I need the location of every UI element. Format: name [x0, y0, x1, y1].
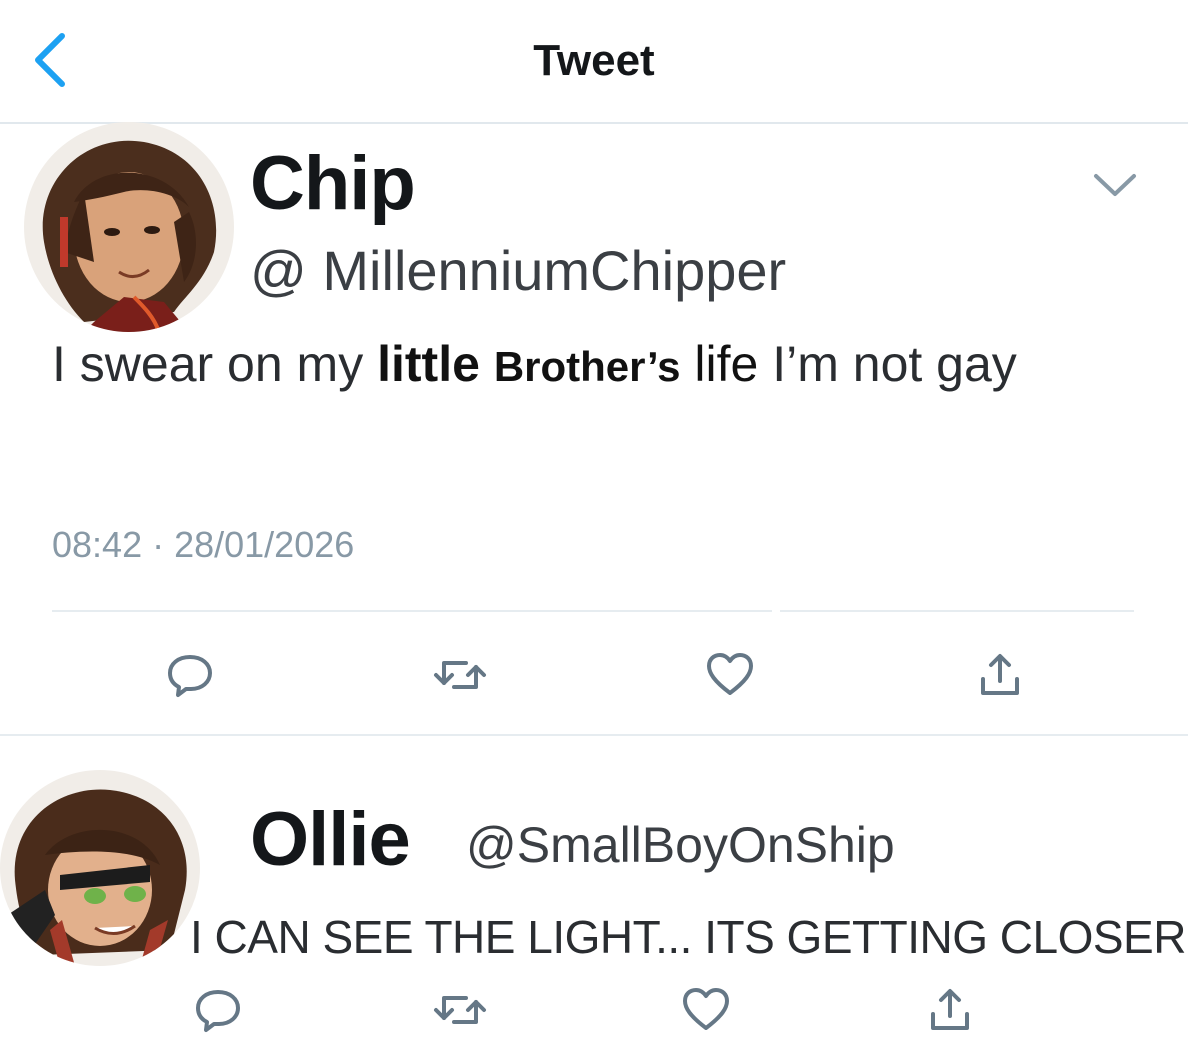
- tweet-text-part1: I swear on my: [52, 336, 378, 392]
- avatar-image: [0, 770, 200, 966]
- avatar-chip[interactable]: [24, 122, 234, 332]
- tweet-timestamp[interactable]: 08:42 · 28/01/2026: [52, 524, 354, 566]
- share-button[interactable]: [970, 645, 1030, 705]
- reply-icon: [196, 990, 240, 1032]
- tweet-text: I swear on my little Brother’s life I’m …: [52, 330, 1132, 401]
- author-handle[interactable]: @ MillenniumChipper: [250, 238, 786, 303]
- reply-author-name[interactable]: Ollie: [250, 796, 411, 883]
- divider: [0, 734, 1188, 736]
- page-title: Tweet: [533, 36, 655, 85]
- like-icon: [683, 988, 729, 1030]
- share-icon: [931, 989, 969, 1030]
- like-button[interactable]: [676, 980, 736, 1040]
- reply-button[interactable]: [160, 645, 220, 705]
- avatar-image: [24, 122, 234, 332]
- divider: [780, 610, 1134, 612]
- tweet-text-bold2: Brother’s: [493, 343, 681, 390]
- like-button[interactable]: [700, 645, 760, 705]
- divider: [52, 610, 772, 612]
- like-icon: [707, 653, 753, 695]
- chevron-down-icon: [1094, 174, 1136, 196]
- retweet-button[interactable]: [430, 645, 490, 705]
- retweet-icon: [434, 661, 486, 689]
- tweet-text-bold3: life: [694, 336, 759, 392]
- author-name[interactable]: Chip: [250, 140, 416, 227]
- avatar-ollie[interactable]: [0, 770, 200, 966]
- reply-author-handle[interactable]: @SmallBoyOnShip: [466, 816, 895, 874]
- retweet-icon: [434, 996, 486, 1024]
- share-button[interactable]: [920, 980, 980, 1040]
- tweet-text-bold1: little: [377, 336, 480, 392]
- reply-icon: [168, 655, 212, 697]
- tweet-menu-button[interactable]: [1090, 168, 1140, 204]
- tweet-text-part2: I’m not gay: [758, 336, 1017, 392]
- reply-text: I CAN SEE THE LIGHT... ITS GETTING CLOSE…: [190, 911, 1186, 963]
- share-icon: [981, 654, 1019, 695]
- retweet-button[interactable]: [430, 980, 490, 1040]
- reply-button[interactable]: [188, 980, 248, 1040]
